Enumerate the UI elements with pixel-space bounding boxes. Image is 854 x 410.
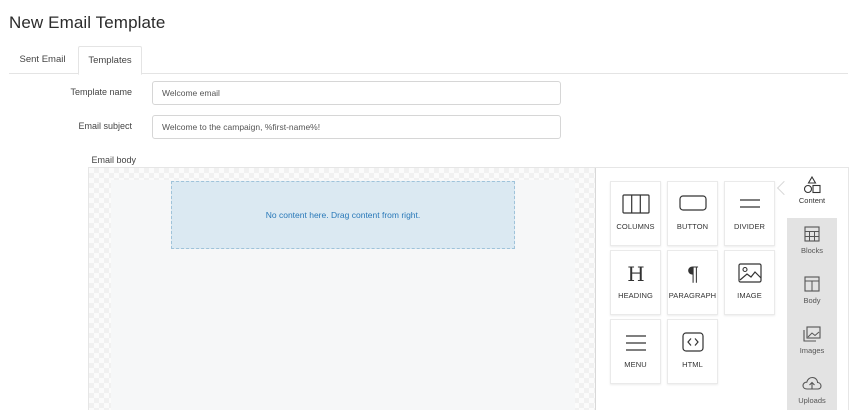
email-body-editor: No content here. Drag content from right… [88,167,849,410]
shapes-icon [803,176,821,194]
tool-label: COLUMNS [616,222,655,231]
paragraph-icon: ¶ [686,263,699,285]
tool-label: MENU [624,360,647,369]
heading-icon: H [627,263,644,285]
sidebar-item-blocks[interactable]: Blocks [787,218,837,268]
email-subject-input[interactable] [152,115,561,139]
tab-templates[interactable]: Templates [78,46,142,75]
tool-button[interactable]: BUTTON [667,181,718,246]
svg-text:¶: ¶ [686,263,699,285]
tool-paragraph[interactable]: ¶ PARAGRAPH [667,250,718,315]
sidebar-item-label: Content [798,196,826,205]
tool-label: HTML [682,360,703,369]
content-tools-panel: COLUMNS BUTTON DIVIDER H HEADING ¶ PARAG… [595,168,787,410]
editor-canvas-area: No content here. Drag content from right… [89,168,595,410]
editor-sidebar: Content Blocks Body Images Uploads [787,168,837,410]
divider-icon [739,199,760,208]
body-icon [804,276,820,292]
blocks-icon [804,226,820,242]
sidebar-item-label: Uploads [798,396,826,405]
tab-bar: Sent Email Templates [9,46,848,75]
button-icon [678,195,707,211]
tool-label: IMAGE [737,291,762,300]
image-icon [737,263,762,283]
sidebar-item-content[interactable]: Content [787,168,837,218]
tool-label: HEADING [618,291,653,300]
tool-image[interactable]: IMAGE [724,250,775,315]
tool-label: BUTTON [676,222,709,231]
tool-html[interactable]: HTML [667,319,718,384]
tool-heading[interactable]: H HEADING [610,250,661,315]
sidebar-item-label: Images [799,346,825,355]
tool-label: DIVIDER [733,222,766,231]
template-name-label: Template name [70,87,132,97]
page-title: New Email Template [9,13,166,32]
email-subject-label: Email subject [78,121,132,131]
html-icon [681,332,704,352]
sidebar-item-label: Blocks [800,246,824,255]
tab-sent-email[interactable]: Sent Email [9,46,76,74]
sidebar-item-uploads[interactable]: Uploads [787,368,837,410]
sidebar-item-body[interactable]: Body [787,268,837,318]
tool-menu[interactable]: MENU [610,319,661,384]
sidebar-item-images[interactable]: Images [787,318,837,368]
template-name-input[interactable] [152,81,561,105]
tool-divider[interactable]: DIVIDER [724,181,775,246]
email-body-label: Email body [91,155,136,165]
images-icon [803,326,821,342]
content-dropzone[interactable]: No content here. Drag content from right… [171,181,515,249]
columns-icon [621,194,650,214]
email-canvas[interactable]: No content here. Drag content from right… [111,180,575,410]
svg-text:H: H [627,263,644,285]
sidebar-item-label: Body [803,296,821,305]
menu-icon [625,335,646,351]
upload-cloud-icon [802,376,822,390]
tool-columns[interactable]: COLUMNS [610,181,661,246]
tool-label: PARAGRAPH [668,291,717,300]
